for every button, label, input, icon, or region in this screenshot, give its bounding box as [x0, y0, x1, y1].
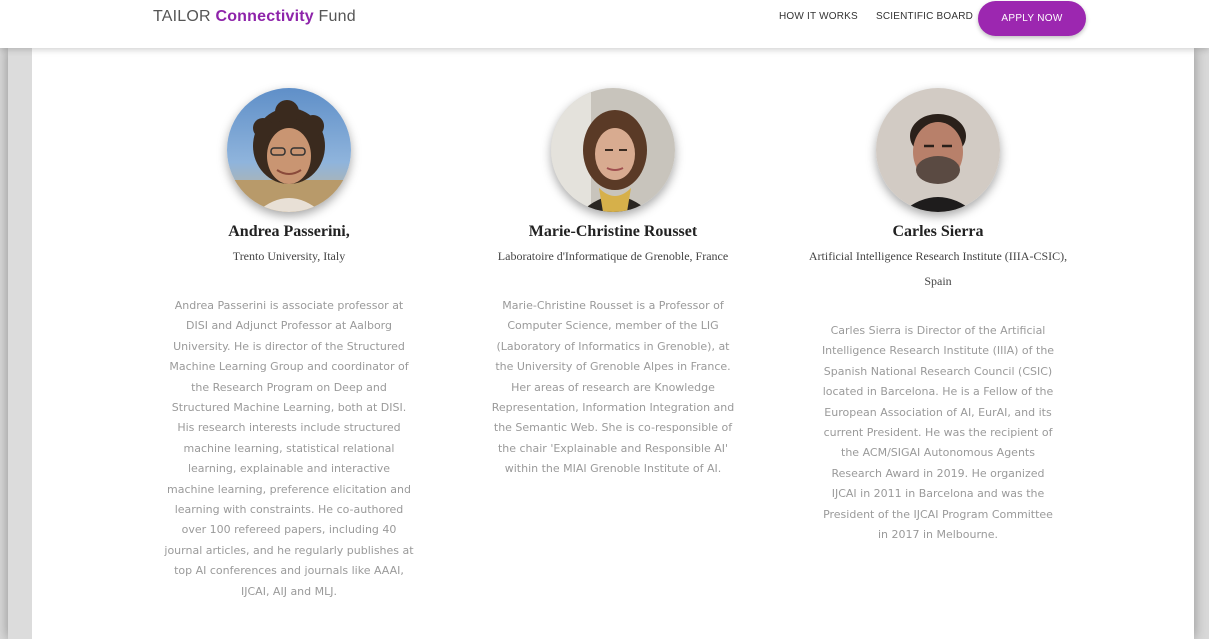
brand-strong: Connectivity	[215, 8, 314, 25]
member-name: Marie-Christine Rousset	[528, 223, 698, 240]
brand-prefix: TAILOR	[153, 8, 216, 25]
apply-now-button[interactable]: APPLY NOW	[978, 1, 1086, 36]
nav-scientific-board[interactable]: SCIENTIFIC BOARD	[876, 11, 973, 22]
member-name: Carles Sierra	[892, 223, 984, 240]
member-bio: Marie-Christine Rousset is a Professor o…	[491, 299, 735, 476]
brand-logo[interactable]: TAILOR Connectivity Fund	[153, 8, 356, 26]
member-affiliation: Artificial Intelligence Research Institu…	[808, 249, 1068, 288]
avatar-rousset	[551, 88, 675, 212]
member-bio: Carles Sierra is Director of the Artific…	[821, 324, 1055, 542]
avatar-passerini	[227, 88, 351, 212]
avatar-sierra	[876, 88, 1000, 212]
member-affiliation: Laboratoire d'Informatique de Grenoble, …	[497, 249, 729, 263]
board-member-rousset: Marie-Christine Rousset Laboratoire d'In…	[473, 88, 753, 480]
member-name: Andrea Passerini,	[228, 223, 350, 240]
brand-suffix: Fund	[313, 8, 356, 25]
member-affiliation: Trento University, Italy	[232, 249, 346, 263]
board-member-sierra: Carles Sierra Artificial Intelligence Re…	[798, 88, 1078, 545]
nav-how-it-works[interactable]: HOW IT WORKS	[779, 11, 858, 22]
board-member-passerini: Andrea Passerini, Trento University, Ita…	[163, 88, 415, 602]
member-bio: Andrea Passerini is associate professor …	[164, 299, 414, 598]
top-navbar: TAILOR Connectivity Fund HOW IT WORKS SC…	[0, 0, 1209, 48]
